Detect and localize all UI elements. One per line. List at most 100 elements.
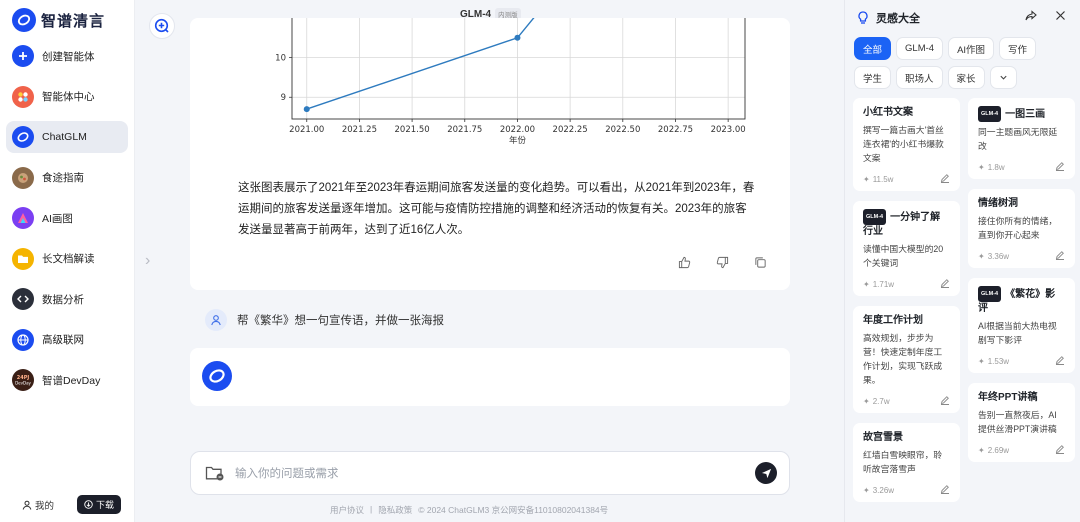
spark-icon: ✦ <box>978 251 985 261</box>
edit-icon[interactable] <box>1055 161 1065 173</box>
prompt-card[interactable]: GLM-4 《繁花》影评 AI根据当前大热电视剧写下影评 ✦ 1.53w <box>968 278 1075 373</box>
assistant-answer-text: 这张图表展示了2021年至2023年春运期间旅客发送量的变化趋势。可以看出，从2… <box>238 182 755 236</box>
prompt-card-desc: 接住你所有的情绪，直到你开心起来 <box>978 216 1058 240</box>
more-chips-chevron-icon[interactable] <box>989 66 1017 89</box>
prompt-card-footer: ✦ 2.7w <box>863 395 950 407</box>
sidebar-item-plus[interactable]: 创建智能体 <box>6 40 128 72</box>
model-tag: GLM-4 <box>863 209 887 225</box>
chat-input[interactable] <box>235 462 735 486</box>
usage-count: ✦ 2.69w <box>978 446 1009 455</box>
prompt-card-footer: ✦ 1.53w <box>978 355 1065 367</box>
share-icon[interactable] <box>1025 10 1037 25</box>
new-chat-button[interactable] <box>149 13 175 39</box>
sidebar-footer: 我的 下载 <box>0 495 135 514</box>
edit-icon[interactable] <box>1055 444 1065 456</box>
sidebar-item-label: 智谱DevDay <box>42 374 101 387</box>
prompt-card-title: 年度工作计划 <box>863 314 950 328</box>
spark-icon: ✦ <box>978 356 985 366</box>
prompt-card-desc: 读懂中国大模型的20个关键词 <box>863 244 944 268</box>
edit-icon[interactable] <box>940 484 950 496</box>
close-icon[interactable] <box>1055 10 1066 25</box>
user-avatar <box>205 309 227 331</box>
chip-6[interactable]: 家长 <box>947 66 985 89</box>
terms-link[interactable]: 用户协议 <box>330 504 364 516</box>
usage-count: ✦ 11.5w <box>863 175 893 184</box>
upload-file-icon[interactable] <box>205 464 225 485</box>
code-icon <box>12 288 34 310</box>
agent-center-icon <box>12 85 34 108</box>
edit-icon[interactable] <box>940 395 950 407</box>
sidebar-item-agent-center[interactable]: 智能体中心 <box>6 81 128 113</box>
x-tick-label: 2021.75 <box>447 125 482 135</box>
chatglm-icon <box>12 126 34 148</box>
document-icon <box>12 247 34 270</box>
prompt-card-title-text: 故宫雪景 <box>863 432 903 443</box>
send-button[interactable] <box>755 462 777 484</box>
category-chips: 全部 GLM-4 AI作图 写作学生 职场人 家长 <box>854 37 1074 89</box>
lightbulb-icon <box>858 11 868 24</box>
footer-divider: | <box>370 504 373 514</box>
prompt-card[interactable]: GLM-4 一图三画 同一主题画风无限延改 ✦ 1.8w <box>968 98 1075 179</box>
download-button[interactable]: 下载 <box>76 495 121 514</box>
chip-4[interactable]: 学生 <box>854 66 892 89</box>
prompt-card-footer: ✦ 3.36w <box>978 250 1065 262</box>
edit-icon[interactable] <box>940 173 950 185</box>
line-chart: 2021.00 2021.25 2021.50 2021.75 2022.00 2022.… <box>260 18 750 168</box>
chip-2[interactable]: AI作图 <box>948 37 995 60</box>
prompt-card-desc: 撰写一篇古画大'首丝连衣裙'的小红书爆款文案 <box>863 125 944 163</box>
x-tick-label: 2023.00 <box>711 125 746 135</box>
sidebar-item-ai-draw[interactable]: AI画图 <box>6 202 128 234</box>
sidebar-item-document[interactable]: 长文档解读 <box>6 243 128 275</box>
new-chat-icon <box>154 18 169 33</box>
usage-count-value: 1.71w <box>872 279 895 289</box>
sidebar-item-globe[interactable]: 高级联网 <box>6 324 128 356</box>
chip-1[interactable]: GLM-4 <box>896 37 944 60</box>
prompt-card-desc: 告别一直熬夜后，AI提供丝滑PPT演讲稿 <box>978 410 1057 434</box>
x-tick-label: 2022.50 <box>605 125 640 135</box>
prompt-card-title: 小红书文案 <box>863 106 950 120</box>
prompt-card[interactable]: 情绪树洞接住你所有的情绪，直到你开心起来 ✦ 3.36w <box>968 189 1075 268</box>
prompt-card[interactable]: 故宫雪景 红墙白雪映眼帘，聆听故宫落雪声 ✦ 3.26w <box>853 423 960 502</box>
sidebar-item-devday[interactable]: 24PJ DevDay 智谱DevDay <box>6 364 128 396</box>
edit-icon[interactable] <box>1055 355 1065 367</box>
assistant-reply-card <box>190 348 790 406</box>
usage-count-value: 2.69w <box>987 445 1010 455</box>
inspiration-panel: 灵感大全 全部 GLM-4 AI作图 写作 学生 职场人 家长 小红书文案 撰写一篇古画大'首… <box>844 0 1080 522</box>
thumbs-down-icon[interactable] <box>714 254 730 270</box>
prompt-card-desc: 红墙白雪映眼帘，聆听故宫落雪声 <box>863 450 943 474</box>
data-point <box>303 106 310 113</box>
collapse-sidebar-icon[interactable]: › <box>145 252 150 270</box>
sidebar-item-food-guide[interactable]: 食途指南 <box>6 162 128 194</box>
plus-icon <box>12 45 34 67</box>
usage-count: ✦ 2.7w <box>863 397 890 406</box>
chip-3[interactable]: 写作 <box>999 37 1037 60</box>
sidebar-item-label: 数据分析 <box>42 293 84 306</box>
thumbs-up-icon[interactable] <box>676 254 692 270</box>
data-point <box>514 34 521 41</box>
prompt-card-title: GLM-4 一图三画 <box>978 106 1065 122</box>
sidebar-item-chatglm[interactable]: ChatGLM <box>6 121 128 153</box>
chip-5[interactable]: 职场人 <box>896 66 943 89</box>
privacy-link[interactable]: 隐私政策 <box>378 504 412 516</box>
edit-icon[interactable] <box>1055 250 1065 262</box>
sidebar-item-label: ChatGLM <box>42 131 87 143</box>
copy-icon[interactable] <box>752 254 768 270</box>
app-logo[interactable]: 智谱清言 <box>12 8 105 32</box>
usage-count: ✦ 3.36w <box>978 252 1009 261</box>
message-actions <box>676 254 768 270</box>
prompt-card-footer: ✦ 1.8w <box>978 161 1065 173</box>
download-label: 下载 <box>95 500 114 510</box>
sidebar-item-code[interactable]: 数据分析 <box>6 283 128 315</box>
prompt-card[interactable]: 小红书文案撰写一篇古画大'首丝连衣裙'的小红书爆款文案 ✦ 11.5w <box>853 98 960 191</box>
edit-icon[interactable] <box>940 278 950 290</box>
prompt-card[interactable]: 年终PPT讲稿 告别一直熬夜后，AI提供丝滑PPT演讲稿 ✦ 2.69w <box>968 383 1075 462</box>
app-logo-text: 智谱清言 <box>41 12 106 30</box>
prompt-card[interactable]: GLM-4 一分钟了解行业 读懂中国大模型的20个关键词 ✦ 1.71w <box>853 201 960 296</box>
chip-0[interactable]: 全部 <box>854 37 892 60</box>
food-guide-icon <box>12 166 34 189</box>
prompt-card[interactable]: 年度工作计划 高效规划，步步为营！快速定制年度工作计划，实现飞跃成果。 ✦ 2.7w <box>853 306 960 413</box>
send-icon <box>761 468 771 478</box>
prompt-card-title: 情绪树洞 <box>978 197 1065 211</box>
my-profile-button[interactable]: 我的 <box>22 498 54 512</box>
user-message: 帮《繁华》想一句宣传语，并做一张海报 <box>205 309 444 331</box>
